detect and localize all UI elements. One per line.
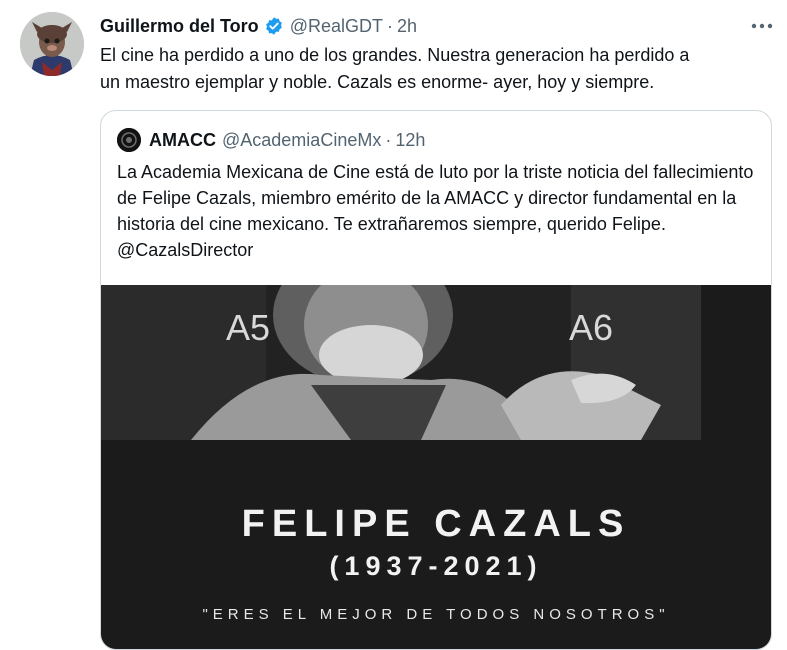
tweet-text-line: un maestro ejemplar y noble. Cazals es e…	[100, 72, 655, 92]
quoted-tweet-header: AMACC @AcademiaCineMx · 12h	[117, 127, 425, 153]
quoted-author-handle[interactable]: @AcademiaCineMx	[222, 130, 381, 151]
quoted-author-name[interactable]: AMACC	[149, 130, 216, 151]
tweet-header: Guillermo del Toro @RealGDT · 2h	[100, 14, 417, 38]
quoted-author-avatar[interactable]	[117, 128, 141, 152]
poster-quote: "ERES EL MEJOR DE TODOS NOSOTROS"	[202, 606, 670, 623]
quoted-timestamp[interactable]: 12h	[395, 130, 425, 151]
seat-label-right: A6	[569, 307, 613, 348]
poster-years: (1937-2021)	[329, 551, 543, 581]
author-avatar[interactable]	[20, 12, 84, 76]
avatar-image	[20, 12, 84, 76]
cazals-photo: A5 A6	[101, 285, 771, 440]
quoted-tweet-text: La Academia Mexicana de Cine está de lut…	[117, 162, 754, 260]
quoted-media-image[interactable]: A5 A6 FELIPE CAZALS (1937-2021) "ERES EL…	[101, 285, 771, 649]
separator-dot: ·	[386, 15, 393, 36]
tweet-timestamp[interactable]: 2h	[397, 16, 417, 37]
poster-title: FELIPE CAZALS	[241, 503, 631, 545]
tweet-text: El cine ha perdido a uno de los grandes.…	[100, 42, 770, 96]
verified-badge-icon	[264, 16, 284, 36]
separator-dot: ·	[385, 129, 392, 150]
tweet-text-line: El cine ha perdido a uno de los grandes.…	[100, 45, 690, 65]
author-name[interactable]: Guillermo del Toro	[100, 16, 259, 37]
quoted-tweet[interactable]: AMACC @AcademiaCineMx · 12h La Academia …	[100, 110, 772, 650]
author-handle[interactable]: @RealGDT	[290, 16, 383, 37]
more-options-icon[interactable]	[748, 14, 776, 38]
seat-label-left: A5	[226, 307, 270, 348]
